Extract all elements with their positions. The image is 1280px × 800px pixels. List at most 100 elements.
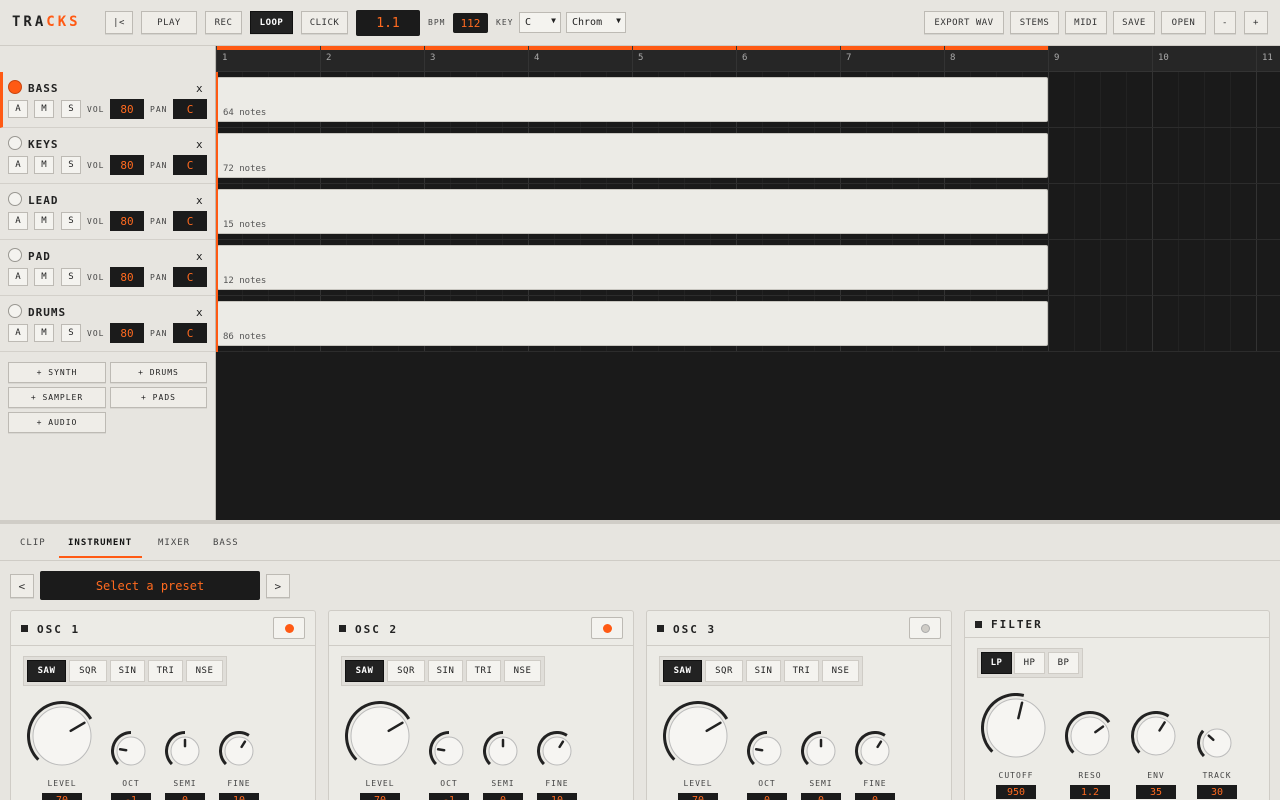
- semi-knob[interactable]: [165, 731, 205, 775]
- solo-button[interactable]: S: [61, 156, 81, 174]
- reso-knob[interactable]: [1065, 711, 1115, 765]
- waveform-sin-button[interactable]: SIN: [428, 660, 463, 682]
- volume-field[interactable]: 80: [110, 155, 144, 175]
- volume-field[interactable]: 80: [110, 99, 144, 119]
- semi-knob[interactable]: [801, 731, 841, 775]
- cutoff-knob[interactable]: [981, 693, 1051, 767]
- tab-track-name[interactable]: BASS: [213, 538, 239, 548]
- record-arm-button[interactable]: [8, 80, 22, 94]
- automation-button[interactable]: A: [8, 268, 28, 286]
- zoom-in-button[interactable]: +: [1244, 11, 1268, 34]
- level-value[interactable]: 70: [678, 793, 718, 800]
- pan-field[interactable]: C: [173, 211, 207, 231]
- track-name[interactable]: KEYS: [28, 138, 59, 151]
- track-name[interactable]: PAD: [28, 250, 51, 263]
- record-arm-button[interactable]: [8, 304, 22, 318]
- oct-knob[interactable]: [747, 731, 787, 775]
- waveform-sqr-button[interactable]: SQR: [69, 660, 107, 682]
- midi-clip[interactable]: 72 notes: [217, 133, 1048, 178]
- preset-prev-button[interactable]: <: [10, 574, 34, 598]
- record-arm-button[interactable]: [8, 136, 22, 150]
- delete-track-button[interactable]: x: [196, 82, 203, 95]
- waveform-saw-button[interactable]: SAW: [27, 660, 66, 682]
- track-row[interactable]: LEAD x A M S VOL 80 PAN C: [0, 184, 215, 240]
- record-arm-button[interactable]: [8, 192, 22, 206]
- waveform-nse-button[interactable]: NSE: [822, 660, 859, 682]
- record-arm-button[interactable]: [8, 248, 22, 262]
- add-pads-button[interactable]: + PADS: [110, 387, 207, 408]
- waveform-tri-button[interactable]: TRI: [466, 660, 501, 682]
- level-value[interactable]: 70: [360, 793, 400, 800]
- fine-knob[interactable]: [855, 731, 895, 775]
- preset-next-button[interactable]: >: [266, 574, 290, 598]
- midi-clip[interactable]: 12 notes: [217, 245, 1048, 290]
- cutoff-value[interactable]: 950: [996, 785, 1036, 799]
- delete-track-button[interactable]: x: [196, 194, 203, 207]
- volume-field[interactable]: 80: [110, 323, 144, 343]
- mute-button[interactable]: M: [34, 268, 54, 286]
- waveform-saw-button[interactable]: SAW: [663, 660, 702, 682]
- preset-selector[interactable]: Select a preset: [40, 571, 260, 600]
- waveform-nse-button[interactable]: NSE: [504, 660, 541, 682]
- track-lane[interactable]: 12 notes: [216, 240, 1280, 296]
- filter-lp-button[interactable]: LP: [981, 652, 1012, 674]
- semi-value[interactable]: 0: [801, 793, 841, 800]
- track-lane[interactable]: 64 notes: [216, 72, 1280, 128]
- track-knob[interactable]: [1197, 723, 1237, 767]
- level-knob[interactable]: [663, 701, 733, 775]
- semi-knob[interactable]: [483, 731, 523, 775]
- oscillator-toggle[interactable]: [273, 617, 305, 639]
- timeline-ruler[interactable]: 1 2 3 4 5 6 7 8 9 10 11: [216, 46, 1280, 72]
- midi-clip[interactable]: 86 notes: [217, 301, 1048, 346]
- waveform-sqr-button[interactable]: SQR: [705, 660, 743, 682]
- mute-button[interactable]: M: [34, 100, 54, 118]
- track-row[interactable]: DRUMS x A M S VOL 80 PAN C: [0, 296, 215, 352]
- waveform-sin-button[interactable]: SIN: [746, 660, 781, 682]
- loop-button[interactable]: LOOP: [250, 11, 293, 34]
- waveform-sin-button[interactable]: SIN: [110, 660, 145, 682]
- solo-button[interactable]: S: [61, 324, 81, 342]
- pan-field[interactable]: C: [173, 267, 207, 287]
- level-knob[interactable]: [345, 701, 415, 775]
- oscillator-toggle[interactable]: [591, 617, 623, 639]
- track-lane[interactable]: 86 notes: [216, 296, 1280, 352]
- waveform-sqr-button[interactable]: SQR: [387, 660, 425, 682]
- oct-knob[interactable]: [111, 731, 151, 775]
- key-select[interactable]: C ▼: [519, 12, 561, 33]
- track-row[interactable]: PAD x A M S VOL 80 PAN C: [0, 240, 215, 296]
- fine-knob[interactable]: [537, 731, 577, 775]
- export-wav-button[interactable]: EXPORT WAV: [924, 11, 1004, 34]
- solo-button[interactable]: S: [61, 268, 81, 286]
- delete-track-button[interactable]: x: [196, 138, 203, 151]
- track-name[interactable]: BASS: [28, 82, 59, 95]
- oct-value[interactable]: -1: [429, 793, 469, 800]
- track-name[interactable]: LEAD: [28, 194, 59, 207]
- fine-value[interactable]: 10: [219, 793, 259, 800]
- midi-clip[interactable]: 15 notes: [217, 189, 1048, 234]
- track-name[interactable]: DRUMS: [28, 306, 66, 319]
- pan-field[interactable]: C: [173, 323, 207, 343]
- stems-button[interactable]: STEMS: [1010, 11, 1059, 34]
- track-row[interactable]: BASS x A M S VOL 80 PAN C: [0, 72, 215, 128]
- filter-hp-button[interactable]: HP: [1014, 652, 1045, 674]
- oct-value[interactable]: -1: [111, 793, 151, 800]
- tab-mixer[interactable]: MIXER: [158, 538, 190, 548]
- volume-field[interactable]: 80: [110, 211, 144, 231]
- mute-button[interactable]: M: [34, 324, 54, 342]
- record-button[interactable]: REC: [205, 11, 242, 34]
- automation-button[interactable]: A: [8, 100, 28, 118]
- tab-clip[interactable]: CLIP: [20, 538, 46, 548]
- play-button[interactable]: PLAY: [141, 11, 197, 34]
- automation-button[interactable]: A: [8, 156, 28, 174]
- pan-field[interactable]: C: [173, 155, 207, 175]
- reso-value[interactable]: 1.2: [1070, 785, 1110, 799]
- env-value[interactable]: 35: [1136, 785, 1176, 799]
- mute-button[interactable]: M: [34, 156, 54, 174]
- level-value[interactable]: 70: [42, 793, 82, 800]
- env-knob[interactable]: [1131, 711, 1181, 765]
- track-row[interactable]: KEYS x A M S VOL 80 PAN C: [0, 128, 215, 184]
- volume-field[interactable]: 80: [110, 267, 144, 287]
- waveform-saw-button[interactable]: SAW: [345, 660, 384, 682]
- fine-value[interactable]: 0: [855, 793, 895, 800]
- click-button[interactable]: CLICK: [301, 11, 348, 34]
